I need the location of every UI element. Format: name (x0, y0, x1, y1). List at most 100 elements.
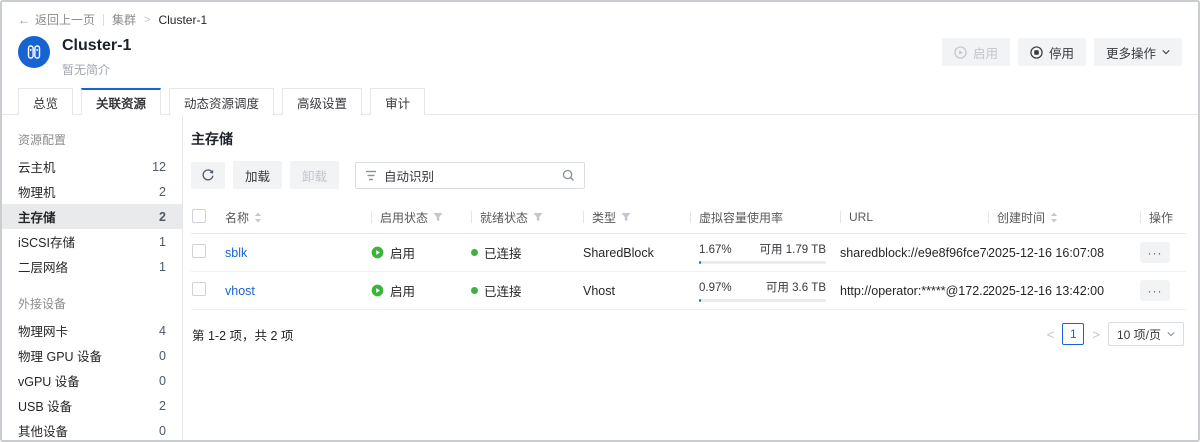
capacity-usage: 0.97% 可用 3.6 TB (690, 279, 840, 302)
refresh-button[interactable] (191, 162, 225, 189)
tab-audit[interactable]: 审计 (370, 88, 425, 115)
ready-status: 已连接 (471, 243, 583, 262)
app-window: ← 返回上一页 集群 > Cluster-1 Cluster-1 暂无简介 (0, 0, 1200, 442)
sidebar-item-vms[interactable]: 云主机 12 (2, 154, 182, 179)
sort-icon[interactable] (1050, 212, 1058, 223)
storage-name-link[interactable]: vhost (225, 284, 255, 298)
disable-button[interactable]: 停用 (1018, 38, 1086, 66)
table-header: 名称 启用状态 就绪状态 (191, 201, 1186, 234)
available-capacity: 可用 1.79 TB (760, 241, 826, 257)
table-footer: 第 1-2 项，共 2 项 < 1 > 10 项/页 (191, 310, 1186, 346)
sidebar-item-usb[interactable]: USB 设备 2 (2, 393, 182, 418)
enable-status: 启用 (371, 243, 471, 262)
row-checkbox[interactable] (192, 282, 206, 296)
storage-url: sharedblock://e9e8f96fce7e4... (840, 246, 988, 260)
col-url: URL (840, 210, 988, 224)
load-button[interactable]: 加载 (233, 161, 282, 189)
next-page-button[interactable]: > (1092, 327, 1100, 342)
storage-name-link[interactable]: sblk (225, 246, 247, 260)
available-capacity: 可用 3.6 TB (766, 279, 826, 295)
sort-icon[interactable] (254, 212, 262, 223)
resource-sidebar: 资源配置 云主机 12 物理机 2 主存储 2 iSCSI存储 1 二层网络 1 (2, 115, 183, 440)
sidebar-item-vgpu[interactable]: vGPU 设备 0 (2, 368, 182, 393)
usage-percent: 1.67% (699, 244, 732, 256)
row-checkbox[interactable] (192, 244, 206, 258)
status-dot-icon (471, 249, 478, 256)
enable-button[interactable]: 启用 (942, 38, 1010, 66)
storage-table: 名称 启用状态 就绪状态 (191, 201, 1186, 310)
main-content: 主存储 加载 卸载 (183, 115, 1198, 440)
section-title: 主存储 (191, 129, 1186, 149)
toolbar: 加载 卸载 (191, 161, 1186, 189)
col-created-time[interactable]: 创建时间 (988, 209, 1140, 226)
tab-advanced-settings[interactable]: 高级设置 (282, 88, 362, 115)
ready-status: 已连接 (471, 281, 583, 300)
tab-bar: 总览 关联资源 动态资源调度 高级设置 审计 (2, 88, 1198, 115)
prev-page-button[interactable]: < (1047, 327, 1055, 342)
usage-progressbar (699, 299, 826, 302)
breadcrumb-cluster-link[interactable]: 集群 (112, 11, 136, 28)
sidebar-item-iscsi-storage[interactable]: iSCSI存储 1 (2, 229, 182, 254)
row-more-button[interactable]: ··· (1140, 242, 1170, 263)
filter-icon[interactable] (433, 212, 443, 222)
more-actions-button[interactable]: 更多操作 (1094, 38, 1182, 66)
back-label: 返回上一页 (35, 11, 95, 28)
created-time: 2025-12-16 13:42:00 (988, 284, 1140, 298)
col-ready-status[interactable]: 就绪状态 (471, 209, 583, 226)
breadcrumb: ← 返回上一页 集群 > Cluster-1 (2, 2, 1198, 30)
chevron-down-icon (1167, 330, 1175, 338)
search-input[interactable] (384, 168, 555, 182)
page-number-button[interactable]: 1 (1062, 323, 1084, 345)
col-type[interactable]: 类型 (583, 209, 690, 226)
play-circle-icon (371, 284, 384, 297)
sidebar-item-l2-network[interactable]: 二层网络 1 (2, 254, 182, 279)
col-enable-status[interactable]: 启用状态 (371, 209, 471, 226)
capacity-usage: 1.67% 可用 1.79 TB (690, 241, 840, 264)
storage-type: Vhost (583, 284, 690, 298)
search-icon[interactable] (562, 169, 575, 182)
sidebar-item-other-devices[interactable]: 其他设备 0 (2, 418, 182, 440)
stop-circle-icon (1030, 46, 1043, 59)
table-row: sblk 启用 已连接 SharedBlock (191, 234, 1186, 272)
enable-status: 启用 (371, 281, 471, 300)
select-all-checkbox[interactable] (192, 209, 206, 223)
chevron-down-icon (1162, 48, 1170, 56)
search-box[interactable] (355, 162, 585, 189)
refresh-icon (201, 168, 215, 182)
breadcrumb-current: Cluster-1 (158, 13, 207, 27)
created-time: 2025-12-16 16:07:08 (988, 246, 1140, 260)
back-arrow-icon: ← (18, 13, 30, 27)
chevron-right-icon: > (144, 14, 150, 26)
usage-progressbar (699, 261, 826, 264)
cluster-avatar (18, 36, 50, 68)
cluster-icon (26, 44, 42, 60)
status-dot-icon (471, 287, 478, 294)
pagination-summary: 第 1-2 项，共 2 项 (192, 325, 293, 344)
storage-type: SharedBlock (583, 246, 690, 260)
tab-related-resources[interactable]: 关联资源 (81, 88, 161, 115)
col-capacity-usage: 虚拟容量使用率 (690, 209, 840, 226)
tab-overview[interactable]: 总览 (18, 88, 73, 115)
page-size-select[interactable]: 10 项/页 (1108, 322, 1184, 346)
filter-lines-icon (365, 170, 377, 181)
divider (103, 14, 104, 26)
filter-icon[interactable] (533, 212, 543, 222)
filter-icon[interactable] (621, 212, 631, 222)
back-link[interactable]: ← 返回上一页 (18, 11, 95, 28)
play-circle-icon (954, 46, 967, 59)
col-name[interactable]: 名称 (225, 209, 371, 226)
row-more-button[interactable]: ··· (1140, 280, 1170, 301)
sidebar-section-title: 资源配置 (2, 125, 182, 154)
pagination: < 1 > 10 项/页 (1047, 322, 1184, 346)
page-header: Cluster-1 暂无简介 启用 停用 更多操作 (2, 30, 1198, 86)
sidebar-item-physical-nic[interactable]: 物理网卡 4 (2, 318, 182, 343)
sidebar-item-physical-gpu[interactable]: 物理 GPU 设备 0 (2, 343, 182, 368)
sidebar-section-title: 外接设备 (2, 289, 182, 318)
tab-drs[interactable]: 动态资源调度 (169, 88, 274, 115)
sidebar-item-hosts[interactable]: 物理机 2 (2, 179, 182, 204)
page-subtitle: 暂无简介 (62, 61, 942, 78)
play-circle-icon (371, 246, 384, 259)
sidebar-item-primary-storage[interactable]: 主存储 2 (2, 204, 182, 229)
unload-button[interactable]: 卸载 (290, 161, 339, 189)
storage-url: http://operator:*****@172.25... (840, 284, 988, 298)
